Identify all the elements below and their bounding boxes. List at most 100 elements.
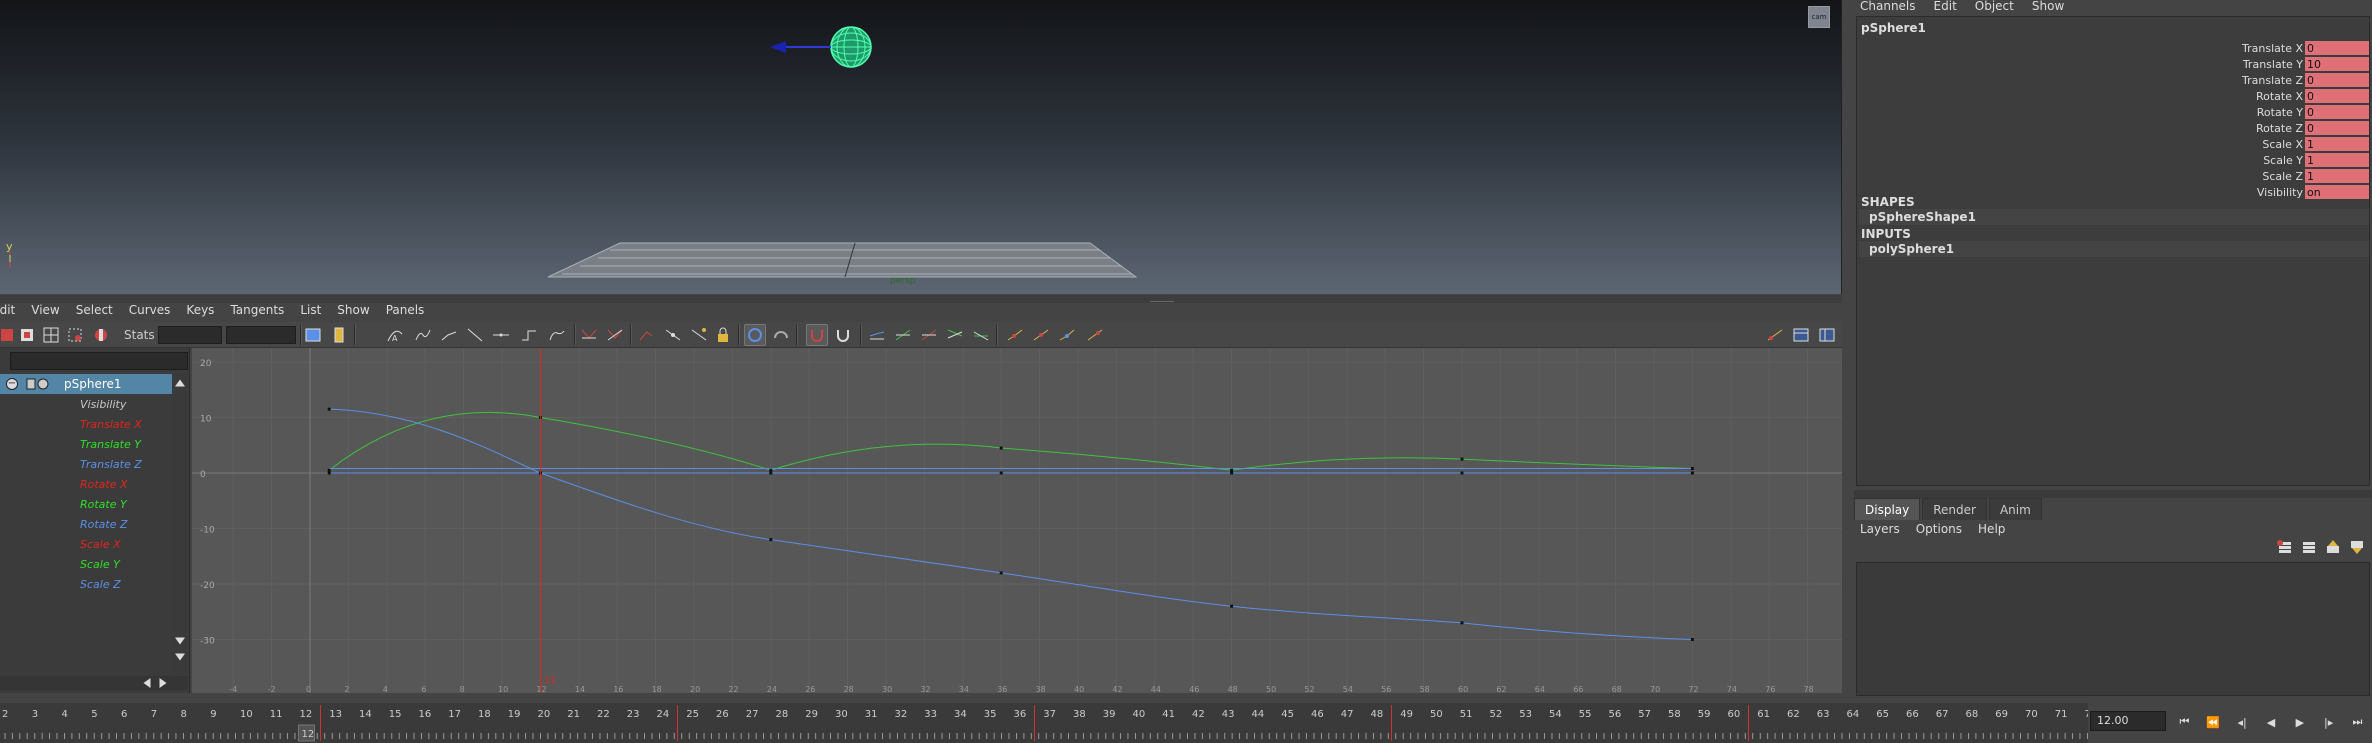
attribute-name[interactable]: Rotate Z: [2143, 122, 2303, 135]
scroll-left-icon[interactable]: [142, 678, 152, 688]
post-infinity-icon[interactable]: [918, 324, 940, 346]
channel-menu-item[interactable]: Show: [2032, 0, 2064, 14]
cycle-offset-icon[interactable]: [970, 324, 992, 346]
frame-all-icon[interactable]: [302, 324, 324, 346]
outliner-filter-field[interactable]: [10, 352, 188, 370]
stats-value-field[interactable]: [226, 326, 296, 344]
pre-infinity-icon[interactable]: [892, 324, 914, 346]
insert-key-icon[interactable]: [16, 324, 38, 346]
input-node[interactable]: polySphere1: [1859, 241, 2369, 257]
lock-weight-icon[interactable]: [636, 324, 658, 346]
graph-menu-item[interactable]: Keys: [186, 303, 214, 318]
outliner-channel-item[interactable]: Rotate Y: [0, 494, 172, 514]
attribute-name[interactable]: Scale Z: [2143, 170, 2303, 183]
trax-view-icon[interactable]: [1816, 324, 1838, 346]
clamped-tangent-icon[interactable]: [412, 324, 434, 346]
layer-menu-item[interactable]: Options: [1916, 522, 1962, 536]
move-layer-up-icon[interactable]: [2324, 538, 2342, 556]
channel-view-icon[interactable]: [1056, 324, 1078, 346]
object-name[interactable]: pSphere1: [1861, 21, 1926, 35]
value-snap-icon[interactable]: [806, 324, 828, 346]
dope-view-icon[interactable]: [1790, 324, 1812, 346]
outliner-horizontal-scrollbar[interactable]: [0, 676, 188, 690]
dope-sheet-icon[interactable]: [1004, 324, 1026, 346]
outliner-channel-item[interactable]: Translate Z: [0, 454, 172, 474]
scroll-up-icon[interactable]: [175, 379, 185, 387]
outliner-channel-item[interactable]: Rotate Z: [0, 514, 172, 534]
outliner-channel-item[interactable]: Rotate X: [0, 474, 172, 494]
graph-menu-item[interactable]: Panels: [386, 303, 425, 318]
scroll-down-icon[interactable]: [175, 652, 185, 662]
collapse-icon[interactable]: −: [6, 378, 18, 390]
go-to-start-icon[interactable]: ⏮: [2173, 711, 2195, 733]
cycle-icon[interactable]: [944, 324, 966, 346]
graph-menu-item[interactable]: Edit: [0, 303, 15, 318]
step-back-key-icon[interactable]: ⏪: [2202, 711, 2224, 733]
outliner-channel-item[interactable]: Translate X: [0, 414, 172, 434]
attribute-value-field[interactable]: 0: [2305, 105, 2369, 120]
region-select-icon[interactable]: [64, 324, 86, 346]
load-selection-icon[interactable]: [744, 324, 766, 346]
current-frame-field[interactable]: 12.00: [2090, 711, 2166, 731]
frame-selection-icon[interactable]: [328, 324, 350, 346]
channel-menu-item[interactable]: Channels: [1860, 0, 1916, 14]
outliner-channel-item[interactable]: Scale X: [0, 534, 172, 554]
attribute-name[interactable]: Scale Y: [2143, 154, 2303, 167]
play-backward-icon[interactable]: ◀: [2260, 711, 2282, 733]
attribute-name[interactable]: Rotate Y: [2143, 106, 2303, 119]
normalize-icon[interactable]: [832, 324, 854, 346]
outliner-channel-item[interactable]: Scale Y: [0, 554, 172, 574]
layer-tab[interactable]: Anim: [1988, 498, 2042, 520]
attribute-value-field[interactable]: on: [2305, 185, 2369, 200]
stats-frame-field[interactable]: [158, 326, 222, 344]
lattice-deform-icon[interactable]: [40, 324, 62, 346]
graph-menu-item[interactable]: Select: [76, 303, 113, 318]
attribute-value-field[interactable]: 0: [2305, 121, 2369, 136]
attribute-name[interactable]: Translate X: [2143, 42, 2303, 55]
outliner-channel-item[interactable]: Scale Z: [0, 574, 172, 594]
shape-node[interactable]: pSphereShape1: [1859, 209, 2369, 225]
layer-menu-item[interactable]: Help: [1978, 522, 2005, 536]
auto-load-icon[interactable]: [712, 324, 734, 346]
attribute-value-field[interactable]: 0: [2305, 41, 2369, 56]
buffer-curve-icon[interactable]: [662, 324, 684, 346]
attribute-name[interactable]: Visibility: [2143, 186, 2303, 199]
attribute-name[interactable]: Scale X: [2143, 138, 2303, 151]
attribute-name[interactable]: Rotate X: [2143, 90, 2303, 103]
scroll-down-icon[interactable]: [175, 636, 185, 646]
panel-splitter[interactable]: [1854, 490, 2372, 498]
graph-menu-item[interactable]: Show: [337, 303, 369, 318]
attribute-value-field[interactable]: 10: [2305, 57, 2369, 72]
attribute-value-field[interactable]: 1: [2305, 137, 2369, 152]
step-tangent-icon[interactable]: [490, 324, 512, 346]
perspective-viewport[interactable]: y persp cam: [0, 0, 1842, 294]
denormalize-icon[interactable]: [866, 324, 888, 346]
attribute-value-field[interactable]: 0: [2305, 73, 2369, 88]
break-tangent-icon[interactable]: [546, 324, 568, 346]
spline-tangent-icon[interactable]: A: [384, 324, 406, 346]
go-to-end-icon[interactable]: ⏭: [2346, 711, 2368, 733]
channel-menu-item[interactable]: Edit: [1934, 0, 1957, 14]
graph-menu-item[interactable]: List: [300, 303, 321, 318]
move-layer-down-icon[interactable]: [2348, 538, 2366, 556]
graph-editor-canvas[interactable]: 20 10 0 -10 -20 -30 -4 -2 0 2 4 6 8 10 12 14 16 18 20 22 24 2…: [192, 348, 1842, 693]
layer-tab[interactable]: Display: [1854, 498, 1921, 520]
play-forward-icon[interactable]: ▶: [2289, 711, 2311, 733]
outliner-channel-item[interactable]: Translate Y: [0, 434, 172, 454]
outliner-channel-item[interactable]: Visibility: [0, 394, 172, 414]
layer-menu-item[interactable]: Layers: [1860, 522, 1900, 536]
new-layer-icon[interactable]: [2276, 538, 2294, 556]
graph-menu-item[interactable]: Tangents: [230, 303, 284, 318]
graph-view-icon[interactable]: [1764, 324, 1786, 346]
time-snap-icon[interactable]: [770, 324, 792, 346]
attribute-name[interactable]: Translate Z: [2143, 74, 2303, 87]
snap-icon[interactable]: [90, 324, 112, 346]
outliner-root-item[interactable]: − pSphere1: [0, 374, 172, 394]
attribute-value-field[interactable]: 1: [2305, 169, 2369, 184]
unify-tangent-icon[interactable]: [578, 324, 600, 346]
curve-snap-icon[interactable]: [1084, 324, 1106, 346]
layer-tab[interactable]: Render: [1922, 498, 1987, 520]
free-weight-icon[interactable]: [604, 324, 626, 346]
attribute-value-field[interactable]: 1: [2305, 153, 2369, 168]
channel-menu-item[interactable]: Object: [1975, 0, 2014, 14]
